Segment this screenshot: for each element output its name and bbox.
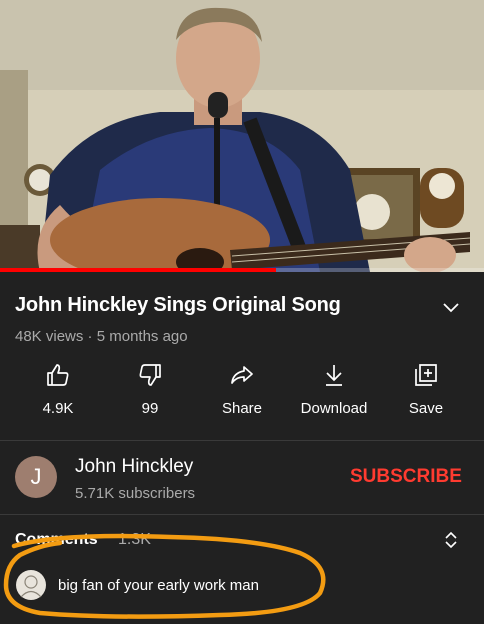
video-stats: 48K views · 5 months ago (15, 328, 188, 345)
video-title[interactable]: John Hinckley Sings Original Song (15, 294, 341, 317)
upload-age: 5 months ago (96, 328, 188, 345)
top-comment-text: big fan of your early work man (58, 577, 259, 594)
action-bar: 4.9K 99 Share Download Save (0, 362, 484, 432)
channel-avatar[interactable]: J (15, 456, 57, 498)
dislike-button[interactable]: 99 (104, 362, 196, 417)
expand-collapse-icon[interactable] (440, 529, 462, 551)
expand-description-chevron-icon[interactable] (440, 296, 462, 318)
comments-count: 1.3K (118, 531, 151, 548)
subscriber-count: 5.71K subscribers (75, 485, 196, 502)
download-button[interactable]: Download (288, 362, 380, 417)
like-button[interactable]: 4.9K (12, 362, 104, 417)
share-label: Share (221, 400, 263, 417)
dislike-count: 99 (141, 400, 159, 417)
save-to-playlist-icon (415, 364, 437, 386)
video-progress-bar[interactable] (0, 268, 484, 272)
thumbs-up-icon (47, 364, 69, 386)
video-progress-fill (0, 268, 276, 272)
download-icon (326, 365, 342, 386)
comments-section[interactable]: Comments 1.3K big fan of your early work… (0, 515, 484, 624)
share-icon (231, 366, 253, 384)
video-frame-image (0, 0, 484, 272)
stats-separator: · (83, 328, 97, 345)
download-label: Download (300, 400, 368, 417)
save-label: Save (408, 400, 444, 417)
thumbs-down-icon (139, 364, 161, 386)
video-player[interactable] (0, 0, 484, 272)
channel-row: J John Hinckley 5.71K subscribers SUBSCR… (0, 442, 484, 514)
save-button[interactable]: Save (380, 362, 472, 417)
comments-heading: Comments (15, 531, 98, 548)
person-sketch-icon (20, 575, 42, 598)
like-count: 4.9K (42, 400, 74, 417)
view-count: 48K views (15, 328, 84, 345)
divider (0, 440, 484, 441)
share-button[interactable]: Share (196, 362, 288, 417)
commenter-avatar (16, 570, 46, 600)
subscribe-button[interactable]: SUBSCRIBE (350, 466, 462, 488)
channel-name[interactable]: John Hinckley (75, 456, 193, 478)
